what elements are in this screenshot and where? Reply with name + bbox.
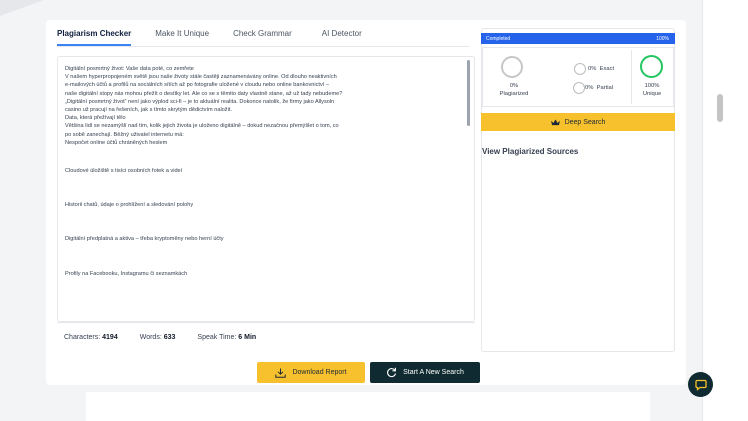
doc-list-item: Cloudové úložiště s tisíci osobních fote… (65, 168, 183, 175)
deep-search-button[interactable]: Deep Search (481, 113, 675, 131)
unique-label: Unique (642, 91, 662, 97)
partial-score: 0% Partial (585, 85, 614, 91)
tab-plagiarism-checker[interactable]: Plagiarism Checker (57, 24, 132, 46)
doc-line: Data, která přežívají tělo (65, 115, 126, 122)
doc-line: casino už pracují na řešeních, jak s tím… (65, 107, 232, 114)
partial-indicator (573, 82, 585, 94)
plagiarized-label: Plagiarized (499, 91, 529, 97)
progress-value: 100% (656, 36, 669, 42)
tab-check-grammar[interactable]: Check Grammar (233, 24, 292, 46)
page-scrollbar-thumb[interactable] (717, 94, 723, 122)
tool-tabs: Plagiarism Checker Make It Unique Check … (57, 24, 386, 46)
doc-line: Většina lidí se nezamýšlí nad tím, kolik… (65, 123, 339, 130)
view-plagiarized-sources-heading: View Plagiarized Sources (482, 147, 579, 156)
doc-list-item: Profily na Facebooku, Instagramu či sezn… (65, 270, 188, 277)
doc-line: po sobě zanechají. Běžný uživatel intern… (65, 131, 184, 138)
doc-line: Nespočet online účtů chráněných heslem (65, 139, 168, 146)
unique-ring (640, 55, 663, 78)
doc-list-item: Historii chatů, údaje o prohlížení a sle… (65, 202, 194, 209)
score-divider (631, 50, 632, 104)
document-stats: Characters: 4194 Words: 633 Speak Time: … (57, 322, 475, 352)
progress-bar: Completed 100% (481, 33, 675, 44)
textarea-scrollbar-thumb[interactable] (467, 60, 470, 126)
doc-line: Digitální posmrtný život: Vaše data poté… (65, 66, 194, 72)
tab-make-it-unique[interactable]: Make It Unique (155, 24, 209, 46)
exact-score: 0% Exact (588, 66, 615, 72)
progress-label: Completed (486, 36, 511, 42)
chat-widget-button[interactable] (688, 372, 713, 397)
chat-icon (694, 379, 707, 391)
lower-content-card (86, 392, 650, 421)
doc-line: naše digitální stopy nás mohou přežít o … (65, 90, 343, 97)
character-count: Characters: 4194 (64, 334, 118, 341)
plagiarized-score: 0% Plagiarized (494, 82, 534, 98)
crown-icon (550, 118, 560, 125)
tab-ai-detector[interactable]: AI Detector (322, 24, 362, 46)
plagiarized-ring (501, 56, 523, 78)
speak-time: Speak Time: 6 Min (197, 334, 257, 341)
unique-score: 100% Unique (633, 82, 671, 98)
download-report-label: Download Report (292, 369, 347, 376)
page-scrollbar-track[interactable] (702, 0, 748, 421)
doc-line: e-mailových účtů a profilů na sociálních… (65, 82, 329, 89)
doc-list-item: Digitální předplatná a aktiva – třeba kr… (65, 236, 224, 243)
doc-line: V našem hyperpropojeném světě jsou naše … (65, 74, 337, 81)
download-report-button[interactable]: Download Report (257, 362, 365, 383)
download-icon (275, 368, 287, 378)
exact-indicator (574, 63, 586, 75)
doc-line: „Digitální posmrtný život“ není jako výp… (65, 98, 335, 105)
start-new-search-label: Start A New Search (403, 369, 464, 376)
refresh-icon (387, 367, 397, 378)
decorative-corner (0, 0, 44, 16)
document-textarea[interactable]: Digitální posmrtný život: Vaše data poté… (57, 56, 475, 322)
tabs-divider (57, 46, 469, 47)
deep-search-label: Deep Search (564, 118, 606, 126)
start-new-search-button[interactable]: Start A New Search (370, 362, 480, 383)
word-count: Words: 633 (139, 334, 176, 341)
plagiarized-percent: 0% (509, 83, 519, 89)
document-text: Digitální posmrtný život: Vaše data poté… (65, 65, 463, 278)
unique-percent: 100% (644, 83, 660, 89)
